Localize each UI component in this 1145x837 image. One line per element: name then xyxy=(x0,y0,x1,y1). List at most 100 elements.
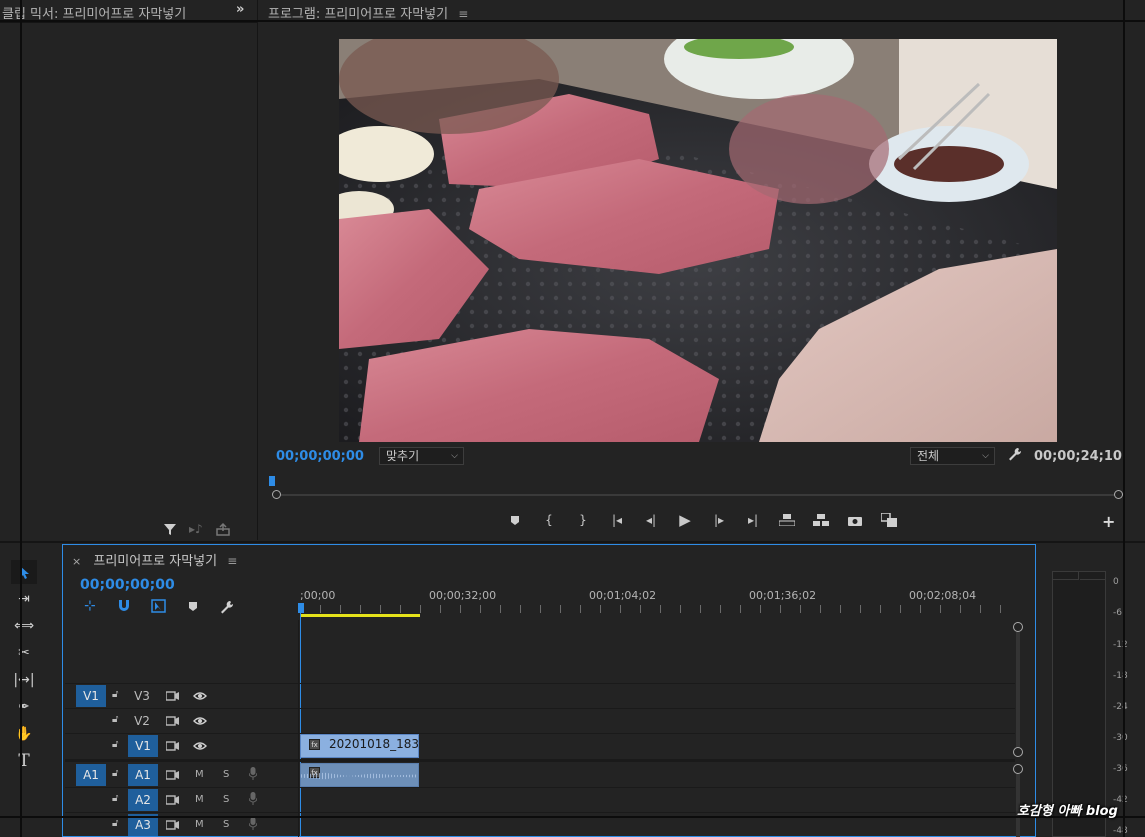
work-area-bar[interactable] xyxy=(300,614,420,617)
slip-tool-icon[interactable]: |↔| xyxy=(11,668,37,692)
close-tab-icon[interactable]: × xyxy=(72,555,81,568)
extract-icon[interactable] xyxy=(809,510,833,530)
export-frame-camera-icon[interactable] xyxy=(843,510,867,530)
video-scroll-handle-top[interactable] xyxy=(1013,622,1023,632)
meter-scale-label: -24 xyxy=(1113,702,1128,712)
go-to-in-icon[interactable]: |◂ xyxy=(605,510,629,530)
track-label-v1[interactable]: V1 xyxy=(128,735,158,757)
timeline-playhead-handle[interactable] xyxy=(298,603,304,613)
play-icon[interactable]: ▶ xyxy=(673,510,697,530)
zoom-handle-left[interactable] xyxy=(272,490,281,499)
lock-icon[interactable]: 🔓︎ xyxy=(112,714,118,725)
watermark-text: 호감형 아빠 blog xyxy=(1017,804,1118,819)
export-icon[interactable] xyxy=(216,522,230,539)
timeline-menu-icon[interactable]: ≡ xyxy=(227,554,237,568)
track-label-a1[interactable]: A1 xyxy=(128,764,158,786)
ruler-label-1: 00;00;32;00 xyxy=(429,589,497,602)
time-ruler-ticks[interactable] xyxy=(300,605,1012,613)
sync-lock-icon[interactable] xyxy=(165,819,179,833)
meter-peak-left xyxy=(1053,572,1079,580)
timeline-panel xyxy=(62,544,1036,837)
ripple-edit-tool-icon[interactable]: ⟺ xyxy=(11,614,37,638)
expand-panel-icon[interactable]: » xyxy=(236,2,244,17)
filter-icon[interactable] xyxy=(163,522,177,539)
fit-dropdown-value: 맞추기 xyxy=(386,449,420,463)
step-forward-icon[interactable]: |▸ xyxy=(707,510,731,530)
video-source-patch[interactable]: V1 xyxy=(76,685,106,707)
lock-icon[interactable]: 🔓︎ xyxy=(112,689,118,700)
comparison-view-icon[interactable] xyxy=(877,510,901,530)
timeline-settings-wrench-icon[interactable] xyxy=(220,600,234,617)
mark-in-icon[interactable]: { xyxy=(537,510,561,530)
audio-clip[interactable]: fx xyxy=(300,763,419,787)
meter-scale-label: -48 xyxy=(1113,826,1128,836)
track-label-a2[interactable]: A2 xyxy=(128,789,158,811)
fit-dropdown[interactable]: 맞추기 ⌵ xyxy=(379,447,464,465)
audio-note-icon[interactable]: ▸♪ xyxy=(189,522,203,536)
track-header-divider xyxy=(298,620,299,837)
razor-tool-icon[interactable]: ✂ xyxy=(11,641,37,665)
solo-button[interactable]: S xyxy=(223,794,229,805)
hand-tool-icon[interactable]: ✋ xyxy=(11,722,37,746)
program-video-frame[interactable] xyxy=(339,39,1057,442)
program-current-timecode[interactable]: 00;00;00;00 xyxy=(276,449,364,464)
quality-dropdown[interactable]: 전체 ⌵ xyxy=(910,447,995,465)
transport-controls: { } |◂ ◂| ▶ |▸ ▸| xyxy=(503,510,901,530)
track-divider xyxy=(65,787,1015,788)
overlay-line-bottom xyxy=(0,816,1145,818)
lock-icon[interactable]: 🔓︎ xyxy=(112,793,118,804)
pen-tool-icon[interactable]: ✒ xyxy=(11,695,37,719)
mute-button[interactable]: M xyxy=(195,794,204,805)
video-audio-divider[interactable] xyxy=(65,759,1015,762)
add-marker-icon[interactable] xyxy=(188,601,198,615)
video-clip[interactable]: fx 20201018_183 xyxy=(300,734,419,758)
type-tool-icon[interactable]: T xyxy=(11,749,37,773)
settings-wrench-icon[interactable] xyxy=(1008,447,1022,464)
program-scrubber-track[interactable] xyxy=(272,489,1123,501)
selection-tool-icon[interactable] xyxy=(11,560,37,584)
track-select-tool-icon[interactable]: ⇥ xyxy=(11,587,37,611)
clip-mixer-panel xyxy=(0,0,256,540)
lift-icon[interactable] xyxy=(775,510,799,530)
video-scroll-handle-bottom[interactable] xyxy=(1013,747,1023,757)
sync-lock-icon[interactable] xyxy=(165,690,179,704)
step-back-icon[interactable]: ◂| xyxy=(639,510,663,530)
microphone-icon[interactable] xyxy=(248,792,258,808)
program-playhead-marker[interactable] xyxy=(269,476,275,486)
timeline-current-timecode[interactable]: 00;00;00;00 xyxy=(80,577,175,593)
mute-button[interactable]: M xyxy=(195,769,204,780)
solo-button[interactable]: S xyxy=(223,769,229,780)
eye-icon[interactable] xyxy=(193,690,207,704)
microphone-icon[interactable] xyxy=(248,767,258,783)
solo-button[interactable]: S xyxy=(223,819,229,830)
timeline-tab[interactable]: × 프리미어프로 자막넣기 ≡ xyxy=(72,550,237,569)
microphone-icon[interactable] xyxy=(248,817,258,833)
track-label-v2[interactable]: V2 xyxy=(127,710,157,732)
mute-button[interactable]: M xyxy=(195,819,204,830)
program-menu-icon[interactable]: ≡ xyxy=(458,7,468,21)
sync-lock-icon[interactable] xyxy=(165,794,179,808)
overlay-line-right xyxy=(1123,0,1125,837)
linked-selection-icon[interactable] xyxy=(151,599,166,616)
meter-scale-label: -36 xyxy=(1113,764,1128,774)
chevron-down-icon: ⌵ xyxy=(451,451,458,461)
snap-magnet-icon[interactable] xyxy=(117,598,131,615)
audio-scroll-handle-top[interactable] xyxy=(1013,764,1023,774)
sync-lock-icon[interactable] xyxy=(165,740,179,754)
track-label-v3[interactable]: V3 xyxy=(127,685,157,707)
add-marker-icon[interactable] xyxy=(503,510,527,530)
video-scrollbar[interactable] xyxy=(1016,632,1020,747)
zoom-handle-right[interactable] xyxy=(1114,490,1123,499)
sync-lock-icon[interactable] xyxy=(165,769,179,783)
go-to-out-icon[interactable]: ▸| xyxy=(741,510,765,530)
eye-icon[interactable] xyxy=(193,740,207,754)
button-editor-plus-icon[interactable]: + xyxy=(1102,512,1115,531)
nest-toggle-icon[interactable]: ⊹ xyxy=(84,598,96,614)
eye-icon[interactable] xyxy=(193,715,207,729)
lock-icon[interactable]: 🔓︎ xyxy=(112,768,118,779)
sync-lock-icon[interactable] xyxy=(165,715,179,729)
mark-out-icon[interactable]: } xyxy=(571,510,595,530)
audio-source-patch[interactable]: A1 xyxy=(76,764,106,786)
lock-icon[interactable]: 🔓︎ xyxy=(112,818,118,829)
lock-icon[interactable]: 🔓︎ xyxy=(112,739,118,750)
